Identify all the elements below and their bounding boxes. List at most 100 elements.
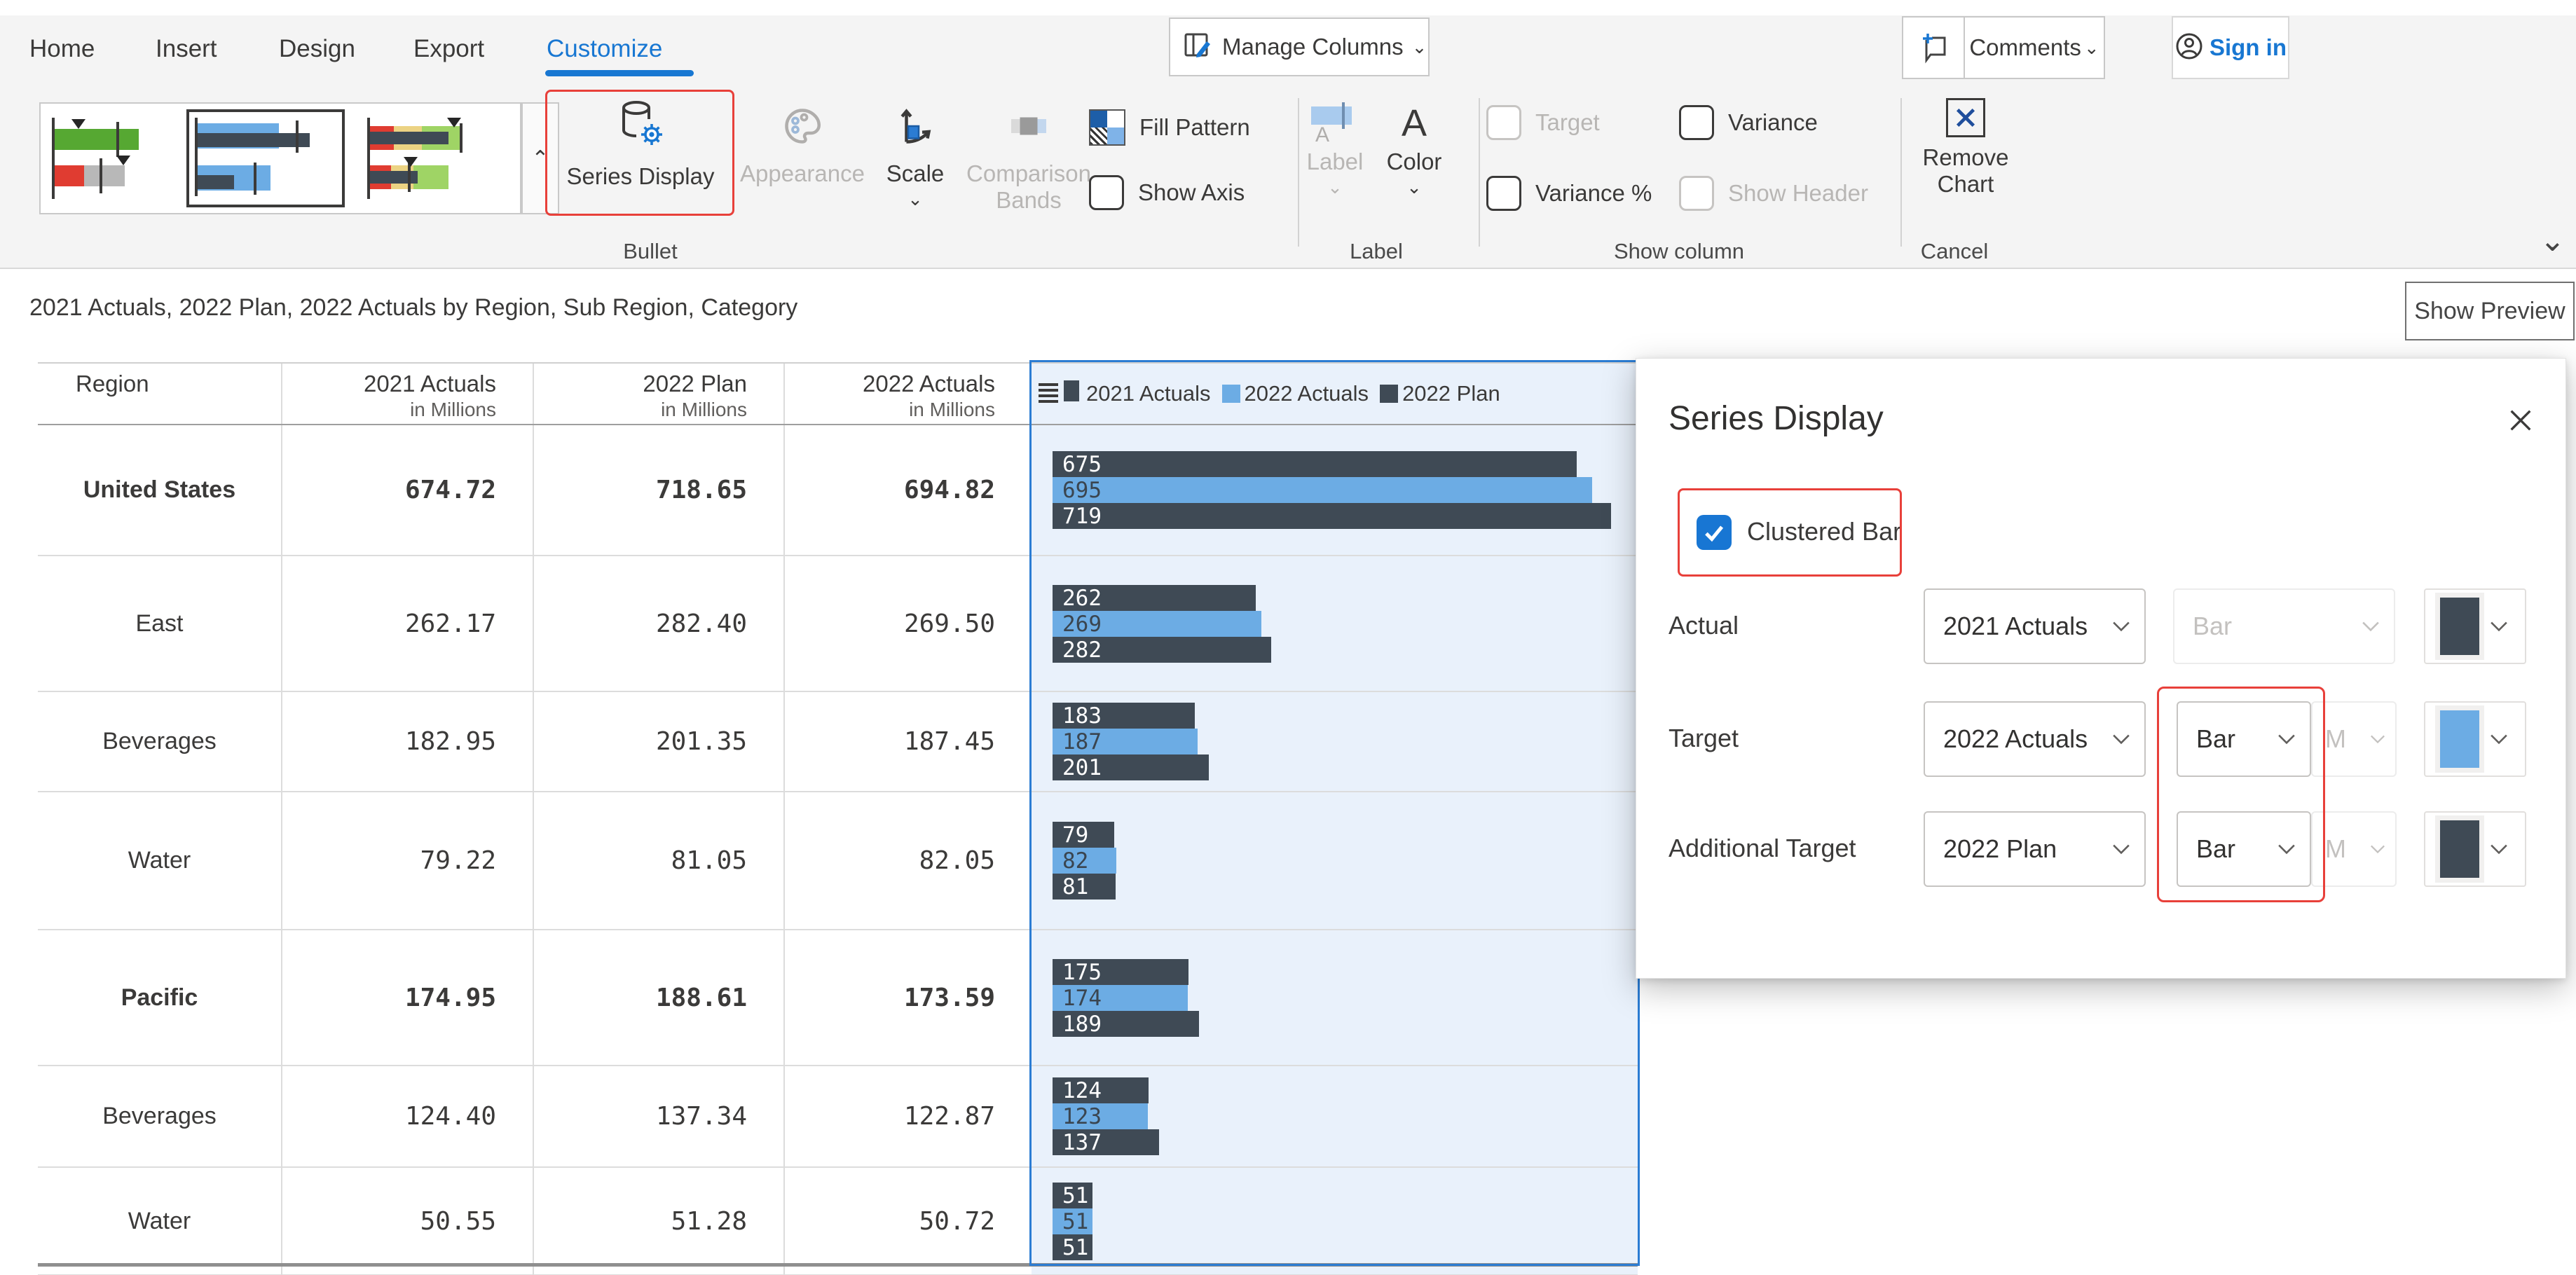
bar-2021-actuals[interactable]: 175 <box>1053 959 1188 985</box>
chart-cell[interactable]: 798281 <box>1032 792 1638 929</box>
target-color-swatch-dropdown[interactable] <box>2424 701 2526 777</box>
row-label[interactable]: East <box>38 556 282 691</box>
value-cell[interactable]: 201.35 <box>534 692 785 791</box>
scale-button[interactable]: Scale ⌄ <box>875 105 956 210</box>
variance-pct-column-toggle[interactable]: Variance % <box>1486 176 1652 211</box>
value-cell[interactable]: 694.82 <box>785 425 1032 555</box>
additional-target-color-swatch-dropdown[interactable] <box>2424 811 2526 887</box>
value-cell[interactable]: 173.59 <box>785 930 1032 1065</box>
comments-button[interactable]: Comments ⌄ <box>1902 16 2105 79</box>
series-display-button[interactable]: Series Display <box>561 99 720 190</box>
value-cell[interactable]: 81.05 <box>534 792 785 929</box>
tab-insert[interactable]: Insert <box>156 29 217 69</box>
value-cell[interactable]: 79.22 <box>282 792 534 929</box>
actual-color-swatch-dropdown[interactable] <box>2424 588 2526 664</box>
value-cell[interactable]: 674.72 <box>282 425 534 555</box>
value-cell[interactable]: 262.17 <box>282 556 534 691</box>
value-cell[interactable]: 182.95 <box>282 692 534 791</box>
bar-2021-actuals[interactable]: 79 <box>1053 822 1114 848</box>
fill-pattern-toggle[interactable]: Fill Pattern <box>1089 109 1250 146</box>
chart-cell[interactable]: 175174189 <box>1032 930 1638 1065</box>
style-thumbnail-clustered-selected[interactable] <box>186 109 345 207</box>
bar-2022-plan[interactable]: 51 <box>1053 1234 1092 1260</box>
variance-pct-checkbox[interactable] <box>1486 176 1521 211</box>
column-header-2022-actuals[interactable]: 2022 Actuals in Millions <box>785 364 1032 424</box>
tab-home[interactable]: Home <box>29 29 95 69</box>
bar-2021-actuals[interactable]: 51 <box>1053 1183 1092 1208</box>
bar-2022-actuals[interactable]: 51 <box>1053 1208 1092 1234</box>
chart-legend-cell[interactable]: 2021 Actuals2022 Actuals2022 Plan <box>1032 364 1638 424</box>
bar-2022-actuals[interactable]: 269 <box>1053 611 1261 637</box>
variance-checkbox[interactable] <box>1679 105 1714 140</box>
bar-2022-actuals[interactable]: 174 <box>1053 985 1188 1011</box>
column-header-region[interactable]: Region <box>38 364 282 424</box>
value-cell[interactable]: 269.50 <box>785 556 1032 691</box>
actual-style-dropdown[interactable]: Bar <box>2173 588 2395 664</box>
tab-customize[interactable]: Customize <box>547 29 662 69</box>
tab-design[interactable]: Design <box>279 29 355 69</box>
additional-target-unit-dropdown[interactable]: M <box>2311 811 2397 887</box>
additional-target-style-dropdown[interactable]: Bar <box>2177 811 2311 887</box>
chart-cell[interactable]: 262269282 <box>1032 556 1638 691</box>
color-button[interactable]: A Color ⌄ <box>1382 102 1446 198</box>
show-preview-button[interactable]: Show Preview <box>2405 282 2575 340</box>
chart-cell[interactable]: 675695719 <box>1032 425 1638 555</box>
show-axis-toggle[interactable]: Show Axis <box>1089 175 1245 210</box>
value-cell[interactable]: 718.65 <box>534 425 785 555</box>
comparison-bands-button[interactable]: Comparison Bands <box>959 105 1099 214</box>
bar-2022-plan[interactable]: 81 <box>1053 874 1116 900</box>
bar-2022-actuals[interactable]: 123 <box>1053 1103 1148 1129</box>
value-cell[interactable]: 82.05 <box>785 792 1032 929</box>
column-header-2022-plan[interactable]: 2022 Plan in Millions <box>534 364 785 424</box>
value-cell[interactable]: 50.72 <box>785 1168 1032 1274</box>
row-label[interactable]: Pacific <box>38 930 282 1065</box>
value-cell[interactable]: 122.87 <box>785 1066 1032 1166</box>
clustered-bar-checkbox[interactable] <box>1697 515 1732 550</box>
row-label[interactable]: Water <box>38 1168 282 1274</box>
value-cell[interactable]: 51.28 <box>534 1168 785 1274</box>
value-cell[interactable]: 174.95 <box>282 930 534 1065</box>
bar-2022-plan[interactable]: 719 <box>1053 503 1611 529</box>
column-header-2021-actuals[interactable]: 2021 Actuals in Millions <box>282 364 534 424</box>
row-label[interactable]: Beverages <box>38 692 282 791</box>
value-cell[interactable]: 188.61 <box>534 930 785 1065</box>
remove-chart-button[interactable]: Remove Chart <box>1920 98 2011 198</box>
bar-2022-actuals[interactable]: 695 <box>1053 477 1592 503</box>
appearance-button[interactable]: Appearance <box>736 105 869 187</box>
value-cell[interactable]: 137.34 <box>534 1066 785 1166</box>
tab-export[interactable]: Export <box>413 29 484 69</box>
manage-columns-button[interactable]: Manage Columns ⌄ <box>1169 18 1430 76</box>
show-header-column-toggle[interactable]: Show Header <box>1679 176 1868 211</box>
bar-2022-plan[interactable]: 282 <box>1053 637 1271 663</box>
target-style-dropdown[interactable]: Bar <box>2177 701 2311 777</box>
show-header-checkbox[interactable] <box>1679 176 1714 211</box>
close-icon[interactable] <box>2504 404 2537 437</box>
target-column-toggle[interactable]: Target <box>1486 105 1600 140</box>
label-button[interactable]: A Label ⌄ <box>1305 102 1365 198</box>
bar-2022-plan[interactable]: 189 <box>1053 1011 1199 1037</box>
value-cell[interactable]: 187.45 <box>785 692 1032 791</box>
chart-cell[interactable]: 183187201 <box>1032 692 1638 791</box>
row-label[interactable]: United States <box>38 425 282 555</box>
style-thumbnail-bullet[interactable] <box>48 113 174 203</box>
row-label[interactable]: Beverages <box>38 1066 282 1166</box>
target-unit-dropdown[interactable]: M <box>2311 701 2397 777</box>
variance-column-toggle[interactable]: Variance <box>1679 105 1818 140</box>
bar-2021-actuals[interactable]: 262 <box>1053 585 1256 611</box>
actual-series-dropdown[interactable]: 2021 Actuals <box>1924 588 2146 664</box>
value-cell[interactable]: 282.40 <box>534 556 785 691</box>
value-cell[interactable]: 124.40 <box>282 1066 534 1166</box>
bar-2021-actuals[interactable]: 675 <box>1053 451 1577 477</box>
style-thumbnail-bands[interactable] <box>364 113 505 203</box>
target-series-dropdown[interactable]: 2022 Actuals <box>1924 701 2146 777</box>
chart-cell[interactable]: 515151 <box>1032 1168 1638 1274</box>
bar-2021-actuals[interactable]: 183 <box>1053 703 1195 729</box>
row-label[interactable]: Water <box>38 792 282 929</box>
bar-2022-actuals[interactable]: 82 <box>1053 848 1116 874</box>
additional-target-series-dropdown[interactable]: 2022 Plan <box>1924 811 2146 887</box>
chart-cell[interactable]: 124123137 <box>1032 1066 1638 1166</box>
bar-2022-plan[interactable]: 137 <box>1053 1129 1159 1155</box>
value-cell[interactable]: 50.55 <box>282 1168 534 1274</box>
target-checkbox[interactable] <box>1486 105 1521 140</box>
bar-2022-actuals[interactable]: 187 <box>1053 729 1198 754</box>
